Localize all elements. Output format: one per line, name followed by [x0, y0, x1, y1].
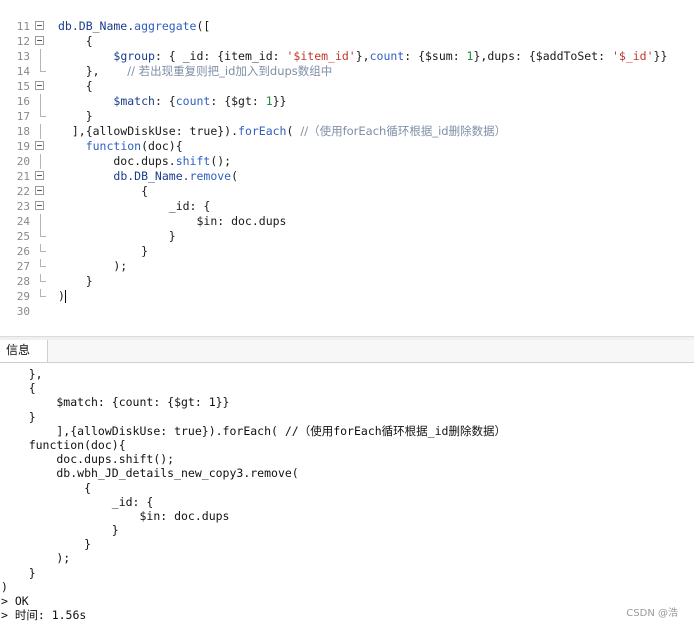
code-text: } [58, 274, 93, 288]
editor-line[interactable]: 16 { [0, 79, 694, 108]
output-line: { [1, 381, 36, 396]
watermark: CSDN @浩 [626, 608, 678, 619]
code-text: $in: doc.dups [58, 214, 287, 228]
output-line: $match: {count: {$gt: 1}} [1, 395, 230, 410]
output-line: db.wbh_JD_details_new_copy3.remove( [1, 466, 299, 481]
fold-toggle-icon[interactable] [35, 171, 44, 180]
output-line: ],{allowDiskUse: true}).forEach( //（使用fo… [1, 423, 506, 438]
fold-guide-end [40, 109, 46, 117]
code-editor[interactable]: 11 12 db.DB_Name.aggregate([ 13 { 14 $gr… [0, 0, 694, 336]
output-elapsed-time: > 时间: 1.56s [1, 608, 87, 623]
fold-toggle-icon[interactable] [35, 201, 44, 210]
code-text: } [58, 229, 176, 243]
code-text: } [58, 109, 93, 123]
code-text: { [58, 79, 93, 93]
output-line: doc.dups.shift(); [1, 452, 175, 467]
output-panel: }, { $match: {count: {$gt: 1}} } ],{allo… [0, 367, 694, 629]
fold-toggle-icon[interactable] [35, 81, 44, 90]
result-tab-bar: 信息 [0, 340, 694, 363]
editor-line[interactable]: 12 db.DB_Name.aggregate([ [0, 19, 694, 48]
output-line: ) [1, 579, 8, 594]
editor-line[interactable]: 29 } [0, 274, 694, 303]
fold-guide [40, 124, 41, 139]
fold-guide-end [40, 259, 46, 267]
editor-line[interactable]: 30 ) [0, 289, 694, 318]
fold-toggle-icon[interactable] [35, 186, 44, 195]
code-text: $match: {count: {$gt: 1}} [113, 94, 287, 108]
output-line: _id: { [1, 494, 154, 509]
code-text: _id: { [58, 199, 211, 213]
editor-line[interactable]: 26 } [0, 229, 694, 258]
fold-guide-end [40, 289, 46, 297]
fold-guide [40, 154, 41, 169]
editor-line[interactable]: 14 $group: { _id: {item_id: '$item_id'},… [0, 49, 694, 78]
fold-guide-end [40, 274, 46, 282]
fold-guide [40, 94, 41, 109]
editor-line[interactable]: 25 $in: doc.dups [0, 214, 694, 243]
code-text: $group: { _id: {item_id: '$item_id'},cou… [113, 49, 668, 63]
fold-toggle-icon[interactable] [35, 21, 44, 30]
code-text: { [58, 34, 93, 48]
editor-line[interactable]: 19 ],{allowDiskUse: true}).forEach( //（使… [0, 124, 694, 153]
output-line: } [1, 537, 92, 552]
output-line: } [1, 565, 36, 580]
code-text: db.DB_Name.remove( [113, 169, 239, 183]
editor-line[interactable]: 27 } [0, 244, 694, 273]
editor-line[interactable]: 24 _id: { [0, 199, 694, 228]
tab-info[interactable]: 信息 [0, 340, 48, 362]
output-line: ); [1, 551, 71, 566]
editor-line[interactable]: 15 }, // 若出现重复则把_id加入到dups数组中 [0, 64, 694, 93]
editor-line[interactable]: 22 db.DB_Name.remove( [0, 169, 694, 198]
output-line: } [1, 523, 119, 538]
code-text: doc.dups.shift(); [58, 154, 232, 168]
fold-guide-end [40, 64, 46, 72]
output-line: function(doc){ [1, 437, 126, 452]
fold-toggle-icon[interactable] [35, 36, 44, 45]
editor-line[interactable]: 20 function(doc){ [0, 139, 694, 168]
code-text: { [58, 184, 149, 198]
output-line: }, [1, 367, 43, 381]
code-text: ) [58, 289, 66, 303]
editor-line[interactable]: 18 } [0, 109, 694, 138]
editor-line[interactable]: 17 $match: {count: {$gt: 1}} [0, 94, 694, 123]
output-line: $in: doc.dups [1, 508, 230, 523]
line-number: 30 [16, 305, 30, 318]
editor-line[interactable]: 11 [0, 4, 694, 33]
code-text: ); [58, 259, 128, 273]
editor-line[interactable]: 13 { [0, 34, 694, 63]
fold-toggle-icon[interactable] [35, 141, 44, 150]
fold-guide-end [40, 244, 46, 252]
editor-line[interactable]: 21 doc.dups.shift(); [0, 154, 694, 183]
code-text: ],{allowDiskUse: true}).forEach( //（使用fo… [58, 124, 507, 138]
output-line: { [1, 480, 92, 495]
text-caret [64, 290, 66, 303]
code-text: db.DB_Name.aggregate([ [58, 19, 211, 33]
output-status-ok: > OK [1, 594, 29, 608]
editor-lines: 11 12 db.DB_Name.aggregate([ 13 { 14 $gr… [0, 4, 694, 318]
fold-guide [40, 214, 41, 229]
editor-line[interactable]: 23 { [0, 184, 694, 213]
output-line: } [1, 409, 36, 424]
fold-guide-end [40, 229, 46, 237]
code-text: function(doc){ [85, 139, 183, 153]
code-text: }, // 若出现重复则把_id加入到dups数组中 [58, 64, 333, 78]
code-text: } [58, 244, 149, 258]
editor-line[interactable]: 28 ); [0, 259, 694, 288]
fold-guide [40, 49, 41, 64]
